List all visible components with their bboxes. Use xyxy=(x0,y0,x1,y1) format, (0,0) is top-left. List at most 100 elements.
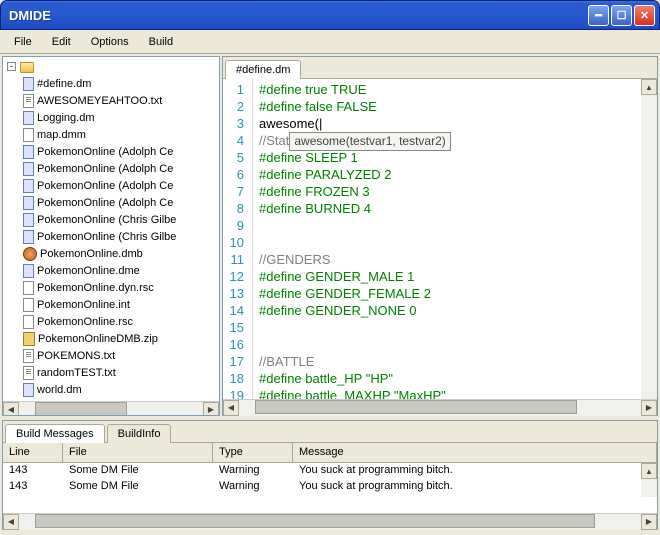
editor-vscrollbar[interactable]: ▲ xyxy=(641,79,657,399)
scroll-right-icon[interactable]: ▶ xyxy=(203,402,219,417)
menu-file[interactable]: File xyxy=(4,33,42,51)
line-gutter: 1234567891011121314151617181920 xyxy=(223,79,253,399)
file-tree-panel: - #define.dm AWESOMEYEAHTOO.txt Logging.dm… xyxy=(2,56,220,416)
txt-icon xyxy=(23,349,34,363)
tree-item[interactable]: PokemonOnline (Adolph Ce xyxy=(3,194,219,211)
scroll-right-icon[interactable]: ▶ xyxy=(641,514,657,530)
tree-item[interactable]: PokemonOnline (Adolph Ce xyxy=(3,143,219,160)
code-line[interactable]: #define GENDER_MALE 1 xyxy=(259,268,451,285)
code-line[interactable]: #define true TRUE xyxy=(259,81,451,98)
tree-item[interactable]: PokemonOnline (Chris Gilbe xyxy=(3,211,219,228)
editor-tab[interactable]: #define.dm xyxy=(225,60,301,79)
code-line[interactable]: #define BURNED 4 xyxy=(259,200,451,217)
code-line[interactable] xyxy=(259,217,451,234)
minimize-button[interactable]: ━ xyxy=(588,5,609,26)
tree-item-label: world.dm xyxy=(37,384,82,396)
tree-item-label: PokemonOnline (Adolph Ce xyxy=(37,197,173,209)
dmb-icon xyxy=(23,247,37,261)
message-row[interactable]: 143Some DM FileWarningYou suck at progra… xyxy=(3,463,657,479)
code-line[interactable] xyxy=(259,336,451,353)
message-row[interactable]: 143Some DM FileWarningYou suck at progra… xyxy=(3,479,657,495)
code-line[interactable]: #define GENDER_NONE 0 xyxy=(259,302,451,319)
tree-item[interactable]: PokemonOnline (Adolph Ce xyxy=(3,177,219,194)
dm-icon xyxy=(23,230,34,244)
code-line[interactable]: //Statawesome(testvar1, testvar2) xyxy=(259,132,451,149)
close-button[interactable]: ✕ xyxy=(634,5,655,26)
scroll-thumb[interactable] xyxy=(35,514,595,528)
messages-panel: Build Messages BuildInfo Line File Type … xyxy=(2,420,658,530)
scroll-thumb[interactable] xyxy=(255,400,577,414)
scroll-left-icon[interactable]: ◀ xyxy=(3,514,19,530)
maximize-button[interactable]: ☐ xyxy=(611,5,632,26)
tree-item[interactable]: POKEMONS.txt xyxy=(3,347,219,364)
tree-item[interactable]: PokemonOnlineDMB.zip xyxy=(3,330,219,347)
messages-vscrollbar[interactable]: ▲ xyxy=(641,463,657,497)
code-line[interactable]: //BATTLE xyxy=(259,353,451,370)
col-type[interactable]: Type xyxy=(213,443,293,462)
tree-item-label: AWESOMEYEAHTOO.txt xyxy=(37,95,162,107)
tree-item[interactable]: PokemonOnline.dmb xyxy=(3,245,219,262)
scroll-left-icon[interactable]: ◀ xyxy=(3,402,19,417)
scroll-right-icon[interactable]: ▶ xyxy=(641,400,657,416)
folder-icon[interactable] xyxy=(20,62,34,73)
editor-tabbar: #define.dm xyxy=(223,57,657,79)
collapse-all-icon[interactable]: - xyxy=(7,62,16,71)
txt-icon xyxy=(23,366,34,380)
code-line[interactable]: #define SLEEP 1 xyxy=(259,149,451,166)
code-line[interactable]: #define PARALYZED 2 xyxy=(259,166,451,183)
col-line[interactable]: Line xyxy=(3,443,63,462)
tree-item[interactable]: PokemonOnline.dme xyxy=(3,262,219,279)
code-editor: #define.dm 12345678910111213141516171819… xyxy=(222,56,658,416)
scroll-up-icon[interactable]: ▲ xyxy=(641,79,657,95)
dm-icon xyxy=(23,196,34,210)
tree-item[interactable]: map.dmm xyxy=(3,126,219,143)
code-line[interactable]: #define false FALSE xyxy=(259,98,451,115)
titlebar[interactable]: DMIDE ━ ☐ ✕ xyxy=(0,0,660,30)
tree-item[interactable]: PokemonOnline (Adolph Ce xyxy=(3,160,219,177)
code-line[interactable]: //GENDERS xyxy=(259,251,451,268)
tree-item[interactable]: PokemonOnline.rsc xyxy=(3,313,219,330)
tree-item[interactable]: AWESOMEYEAHTOO.txt xyxy=(3,92,219,109)
tree-item-label: PokemonOnline (Adolph Ce xyxy=(37,180,173,192)
tab-build-messages[interactable]: Build Messages xyxy=(5,424,105,443)
tree-item[interactable]: world.dm xyxy=(3,381,219,398)
file-icon xyxy=(23,315,34,329)
tree-item[interactable]: randomTEST.txt xyxy=(3,364,219,381)
editor-hscrollbar[interactable]: ◀ ▶ xyxy=(223,399,657,415)
tree-item[interactable]: PokemonOnline (Chris Gilbe xyxy=(3,228,219,245)
menu-edit[interactable]: Edit xyxy=(42,33,81,51)
code-line[interactable]: awesome(| xyxy=(259,115,451,132)
tree-item[interactable]: Logging.dm xyxy=(3,109,219,126)
messages-hscrollbar[interactable]: ◀ ▶ xyxy=(3,513,657,529)
txt-icon xyxy=(23,94,34,108)
tree-item-label: PokemonOnline.dmb xyxy=(40,248,143,260)
tree-item-label: PokemonOnline.rsc xyxy=(37,316,133,328)
file-icon xyxy=(23,298,34,312)
code-line[interactable]: #define battle_HP "HP" xyxy=(259,370,451,387)
tree-item[interactable]: #define.dm xyxy=(3,75,219,92)
code-line[interactable]: #define FROZEN 3 xyxy=(259,183,451,200)
code-line[interactable] xyxy=(259,234,451,251)
tree-item-label: POKEMONS.txt xyxy=(37,350,115,362)
tree-item-label: PokemonOnline.dyn.rsc xyxy=(37,282,154,294)
code-line[interactable] xyxy=(259,319,451,336)
tree-item-label: PokemonOnline (Chris Gilbe xyxy=(37,231,176,243)
col-file[interactable]: File xyxy=(63,443,213,462)
tree-item-label: PokemonOnlineDMB.zip xyxy=(38,333,158,345)
scroll-up-icon[interactable]: ▲ xyxy=(641,463,657,479)
tree-item[interactable]: PokemonOnline.dyn.rsc xyxy=(3,279,219,296)
tree-item-label: PokemonOnline.int xyxy=(37,299,130,311)
tree-item-label: randomTEST.txt xyxy=(37,367,116,379)
tree-item[interactable]: PokemonOnline.int xyxy=(3,296,219,313)
code-line[interactable]: #define GENDER_FEMALE 2 xyxy=(259,285,451,302)
tree-hscrollbar[interactable]: ◀ ▶ xyxy=(3,401,219,416)
code-line[interactable]: #define battle_MAXHP "MaxHP" xyxy=(259,387,451,399)
col-message[interactable]: Message xyxy=(293,443,657,462)
tree-item-label: PokemonOnline.dme xyxy=(37,265,140,277)
scroll-left-icon[interactable]: ◀ xyxy=(223,400,239,416)
tab-build-info[interactable]: BuildInfo xyxy=(107,424,172,443)
menu-options[interactable]: Options xyxy=(81,33,139,51)
menu-build[interactable]: Build xyxy=(139,33,183,51)
scroll-thumb[interactable] xyxy=(35,402,127,416)
code-area[interactable]: 1234567891011121314151617181920 #define … xyxy=(223,79,657,399)
